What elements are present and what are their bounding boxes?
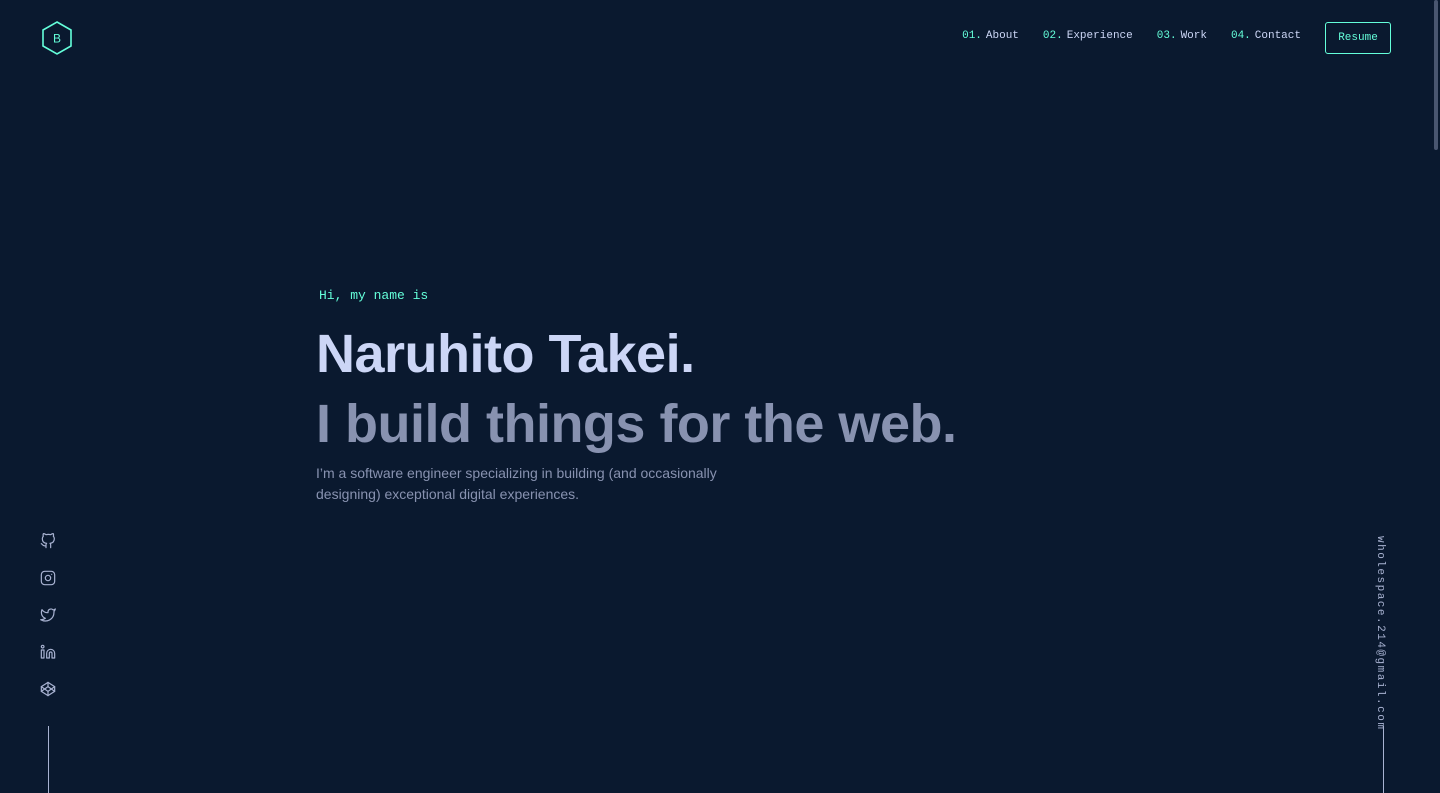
- scrollbar-thumb[interactable]: [1434, 0, 1438, 150]
- hero-intro: I’m a software engineer specializing in …: [316, 465, 717, 502]
- nav-item-about[interactable]: 01. About: [962, 30, 1019, 42]
- resume-button[interactable]: Resume: [1325, 22, 1391, 54]
- site-header: B 01. About 02. Experience 03. Work 04. Cont…: [0, 0, 1440, 76]
- twitter-icon: [40, 608, 56, 622]
- hexagon-logo-icon: B: [42, 21, 72, 55]
- hero-name: Naruhito Takei.: [316, 324, 695, 384]
- linkedin-icon: [40, 644, 56, 659]
- page-scrollbar[interactable]: [1432, 0, 1440, 793]
- hero-section: Hi, my name is Naruhito Takei. I build t…: [316, 288, 1116, 505]
- right-divider-line: [1383, 726, 1384, 793]
- social-links: [37, 530, 59, 715]
- nav-number: 01.: [962, 30, 982, 42]
- nav-item-contact[interactable]: 04. Contact: [1231, 30, 1301, 42]
- main-nav: 01. About 02. Experience 03. Work 04. Contac…: [962, 30, 1301, 42]
- github-icon: [40, 533, 55, 549]
- codepen-link[interactable]: [37, 678, 59, 700]
- nav-item-work[interactable]: 03. Work: [1157, 30, 1207, 42]
- email-link[interactable]: wholespace.214@gmail.com: [1374, 536, 1386, 730]
- nav-label: Experience: [1066, 30, 1133, 42]
- nav-number: 02.: [1042, 30, 1063, 42]
- svg-text:B: B: [53, 32, 61, 46]
- instagram-link[interactable]: [37, 567, 59, 589]
- codepen-icon: [40, 681, 56, 697]
- nav-label: Contact: [1254, 30, 1301, 42]
- nav-item-experience[interactable]: 02. Experience: [1043, 30, 1133, 42]
- hero-tagline: I build things for the web.: [316, 394, 957, 454]
- instagram-icon: [40, 570, 56, 586]
- github-link[interactable]: [37, 530, 59, 552]
- left-divider-line: [48, 726, 49, 793]
- nav-number: 03.: [1156, 30, 1177, 42]
- nav-number: 04.: [1230, 30, 1251, 42]
- nav-label: About: [985, 30, 1019, 42]
- logo[interactable]: B: [40, 20, 74, 56]
- nav-label: Work: [1180, 30, 1207, 42]
- linkedin-link[interactable]: [37, 641, 59, 663]
- twitter-link[interactable]: [37, 604, 59, 626]
- hero-greeting: Hi, my name is: [319, 288, 429, 303]
